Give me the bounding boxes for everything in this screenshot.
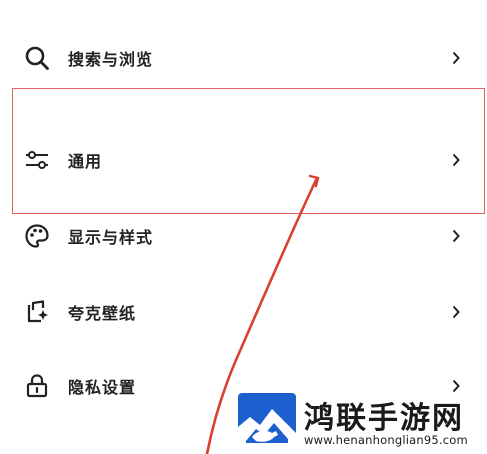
watermark-logo-icon: [238, 393, 296, 451]
annotation-arrow: [205, 174, 320, 454]
watermark-title: 鸿联手游网: [304, 401, 464, 436]
watermark-url: www.henanhonglian95.com: [304, 433, 468, 447]
watermark: 鸿联手游网 www.henanhonglian95.com: [238, 393, 478, 451]
